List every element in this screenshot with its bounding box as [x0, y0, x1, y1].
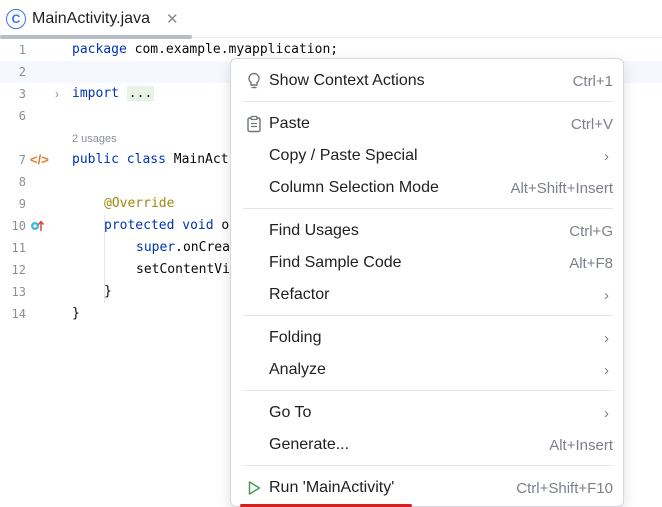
menu-item-folding[interactable]: Folding ›: [237, 322, 619, 354]
menu-item-label: Copy / Paste Special: [269, 147, 418, 164]
gutter: 1 2 3 › 6 7 </> 8 9 10 11 12 13 14: [0, 39, 70, 507]
shortcut-label: Alt+Shift+Insert: [510, 179, 613, 197]
menu-item-label: Paste: [269, 115, 310, 132]
menu-item-label: Find Usages: [269, 222, 359, 239]
line-number: 7: [18, 153, 26, 167]
override-icon[interactable]: [30, 219, 44, 233]
usages-hint[interactable]: 2 usages: [72, 131, 117, 147]
shortcut-label: Ctrl+V: [570, 115, 613, 133]
menu-item-refactor[interactable]: Refactor ›: [237, 279, 619, 311]
menu-item-label: Column Selection Mode: [269, 179, 439, 196]
code-line: }: [72, 306, 80, 321]
shortcut-label: Ctrl+G: [569, 222, 613, 240]
menu-item-label: Folding: [269, 329, 322, 346]
line-number: 12: [11, 263, 26, 277]
menu-item-label: Show Context Actions: [269, 72, 425, 89]
java-class-icon: C: [6, 9, 26, 29]
lightbulb-icon: [245, 72, 263, 90]
menu-item-analyze[interactable]: Analyze ›: [237, 354, 619, 386]
menu-separator: [243, 315, 613, 316]
menu-item-run-main-activity[interactable]: Run 'MainActivity' Ctrl+Shift+F10: [237, 472, 619, 504]
shortcut-label: Ctrl+Shift+F10: [516, 479, 613, 497]
menu-item-copy-paste-special[interactable]: Copy / Paste Special ›: [237, 140, 619, 172]
run-icon: [245, 479, 263, 497]
folded-imports[interactable]: ...: [126, 86, 155, 101]
chevron-right-icon: ›: [604, 404, 609, 422]
chevron-right-icon: ›: [604, 286, 609, 304]
line-number: 10: [11, 219, 26, 233]
code-line: import ...: [72, 86, 155, 101]
line-number: 9: [18, 197, 26, 211]
menu-item-label: Generate...: [269, 436, 350, 453]
code-line: protected void o: [104, 218, 230, 233]
menu-item-label: Run 'MainActivity': [269, 479, 395, 496]
menu-item-label: Find Sample Code: [269, 254, 402, 271]
menu-item-generate[interactable]: Generate... Alt+Insert: [237, 429, 619, 461]
menu-separator: [243, 101, 613, 102]
code-line: }: [104, 284, 112, 299]
tab-main-activity[interactable]: C MainActivity.java ✕: [0, 0, 192, 39]
line-number: 2: [18, 65, 26, 79]
line-number: 6: [18, 109, 26, 123]
shortcut-label: Ctrl+1: [572, 72, 613, 90]
line-number: 11: [11, 241, 26, 255]
menu-item-column-selection-mode[interactable]: Column Selection Mode Alt+Shift+Insert: [237, 172, 619, 204]
menu-item-find-sample-code[interactable]: Find Sample Code Alt+F8: [237, 247, 619, 279]
line-number: 14: [11, 307, 26, 321]
close-icon[interactable]: ✕: [166, 10, 179, 28]
chevron-right-icon: ›: [604, 147, 609, 165]
fold-expand-icon[interactable]: ›: [55, 83, 59, 105]
editor-context-menu: Show Context Actions Ctrl+1 Paste Ctrl+V…: [230, 58, 624, 507]
menu-item-show-context-actions[interactable]: Show Context Actions Ctrl+1: [237, 65, 619, 97]
menu-item-paste[interactable]: Paste Ctrl+V: [237, 108, 619, 140]
layout-xml-icon[interactable]: </>: [30, 149, 49, 171]
menu-item-label: Go To: [269, 404, 312, 421]
code-line: super.onCrea: [136, 240, 230, 255]
clipboard-icon: [245, 115, 263, 133]
tab-title: MainActivity.java: [32, 10, 150, 27]
shortcut-label: Alt+Insert: [549, 436, 613, 454]
line-number: 13: [11, 285, 26, 299]
chevron-right-icon: ›: [604, 329, 609, 347]
menu-item-find-usages[interactable]: Find Usages Ctrl+G: [237, 215, 619, 247]
line-number: 3: [18, 87, 26, 101]
menu-separator: [243, 208, 613, 209]
code-line: setContentVi: [136, 262, 230, 277]
menu-separator: [243, 390, 613, 391]
code-line: @Override: [104, 196, 175, 211]
line-number: 1: [18, 43, 26, 57]
editor-tab-bar: C MainActivity.java ✕: [0, 0, 662, 39]
menu-item-label: Analyze: [269, 361, 326, 378]
code-line: public class MainAct: [72, 152, 229, 167]
menu-item-label: Refactor: [269, 286, 330, 303]
menu-separator: [243, 465, 613, 466]
line-number: 8: [18, 175, 26, 189]
chevron-right-icon: ›: [604, 361, 609, 379]
shortcut-label: Alt+F8: [569, 254, 613, 272]
menu-item-go-to[interactable]: Go To ›: [237, 397, 619, 429]
